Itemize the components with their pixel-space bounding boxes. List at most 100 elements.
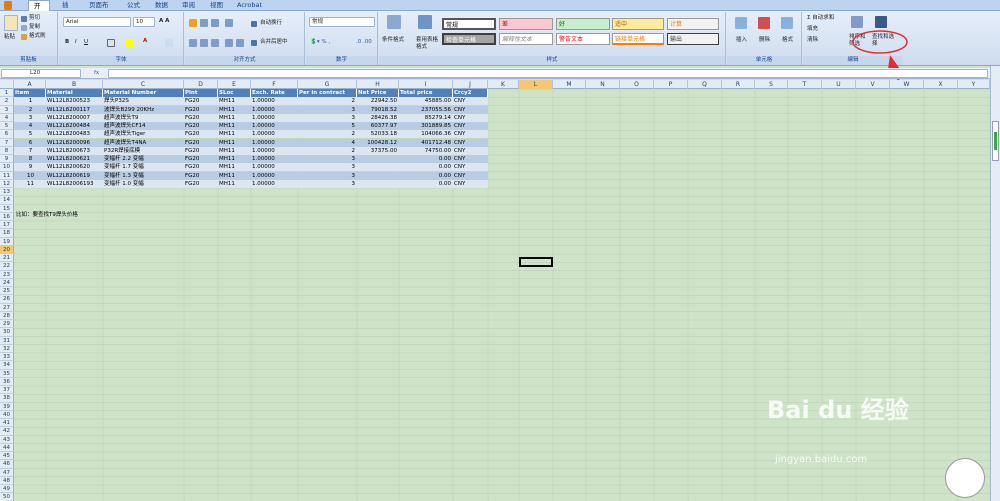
col-header-L[interactable]: L xyxy=(519,80,553,89)
table-cell[interactable]: 2 xyxy=(298,130,357,139)
table-cell[interactable]: 变幅杆 1.3 变幅 xyxy=(103,171,184,180)
table-cell[interactable]: 3 xyxy=(298,155,357,163)
row-header-36[interactable]: 36 xyxy=(0,377,14,386)
row-header-33[interactable]: 33 xyxy=(0,353,14,362)
table-cell[interactable]: 104066.36 xyxy=(399,130,453,139)
col-header-H[interactable]: H xyxy=(357,80,399,89)
table-cell[interactable]: 37375.00 xyxy=(357,146,399,155)
table-format-button[interactable]: 套用表格格式 xyxy=(416,37,438,51)
row-header-28[interactable]: 28 xyxy=(0,311,14,320)
table-cell[interactable]: 45885.00 xyxy=(399,97,453,106)
cut-button[interactable]: 剪切 xyxy=(29,15,40,22)
row-header-46[interactable]: 46 xyxy=(0,460,14,469)
name-box[interactable]: L20 xyxy=(1,69,81,78)
table-cell[interactable]: FG20 xyxy=(184,138,218,147)
table-cell[interactable] xyxy=(357,179,399,188)
table-header-2[interactable]: Material Number xyxy=(103,89,184,97)
table-cell[interactable]: MH11 xyxy=(218,146,251,155)
row-header-1[interactable]: 1 xyxy=(0,89,14,98)
table-cell[interactable]: WL12L8200673 xyxy=(46,146,103,155)
table-cell[interactable]: 1.00000 xyxy=(251,155,298,163)
fill-color-icon[interactable] xyxy=(125,39,133,47)
col-header-V[interactable]: V xyxy=(856,80,890,89)
col-header-C[interactable]: C xyxy=(103,80,184,89)
row-header-8[interactable]: 8 xyxy=(0,146,14,155)
table-cell[interactable]: CNY xyxy=(453,122,488,130)
row-header-42[interactable]: 42 xyxy=(0,427,14,436)
col-header-P[interactable]: P xyxy=(654,80,688,89)
table-cell[interactable]: 波焊头B299 20KHz xyxy=(103,105,184,114)
table-cell[interactable]: MH11 xyxy=(218,130,251,139)
underline-button[interactable]: U xyxy=(84,39,88,46)
table-cell[interactable]: WL12L8200007 xyxy=(46,113,103,122)
row-header-22[interactable]: 22 xyxy=(0,262,14,271)
delete-button[interactable]: 删除 xyxy=(759,37,770,44)
table-cell[interactable]: CNY xyxy=(453,97,488,106)
table-cell[interactable]: 3 xyxy=(14,113,46,122)
table-cell[interactable]: 11 xyxy=(14,179,46,188)
row-header-6[interactable]: 6 xyxy=(0,130,14,139)
col-header-S[interactable]: S xyxy=(755,80,788,89)
format-painter-button[interactable]: 格式刷 xyxy=(29,33,46,40)
table-cell[interactable]: CNY xyxy=(453,146,488,155)
tab-7[interactable]: Acrobat xyxy=(232,0,264,11)
row-header-7[interactable]: 7 xyxy=(0,138,14,147)
table-cell[interactable]: 焊头P32S xyxy=(103,97,184,106)
table-cell[interactable]: MH11 xyxy=(218,113,251,122)
row-header-38[interactable]: 38 xyxy=(0,394,14,403)
table-cell[interactable] xyxy=(357,171,399,180)
table-cell[interactable]: 8 xyxy=(14,155,46,163)
col-header-T[interactable]: T xyxy=(788,80,822,89)
tab-3[interactable]: 公式 xyxy=(122,0,146,11)
row-header-29[interactable]: 29 xyxy=(0,320,14,329)
row-header-41[interactable]: 41 xyxy=(0,419,14,428)
table-cell[interactable]: 237055.56 xyxy=(399,105,453,114)
row-header-12[interactable]: 12 xyxy=(0,179,14,188)
row-header-24[interactable]: 24 xyxy=(0,278,14,287)
table-cell[interactable]: 0.00 xyxy=(399,163,453,172)
row-header-40[interactable]: 40 xyxy=(0,410,14,419)
phonetic-icon[interactable] xyxy=(165,39,173,47)
font-size-select[interactable]: 10 xyxy=(133,17,155,27)
table-header-0[interactable]: Item xyxy=(14,89,46,97)
table-cell[interactable]: CNY xyxy=(453,179,488,188)
table-cell[interactable]: CNY xyxy=(453,138,488,147)
table-cell[interactable]: CNY xyxy=(453,163,488,172)
row-header-5[interactable]: 5 xyxy=(0,122,14,131)
table-cell[interactable]: 1.00000 xyxy=(251,146,298,155)
table-cell[interactable]: 3 xyxy=(298,179,357,188)
table-cell[interactable]: MH11 xyxy=(218,163,251,172)
col-header-G[interactable]: G xyxy=(298,80,357,89)
fill-button[interactable]: 填充 xyxy=(807,26,818,33)
table-cell[interactable]: 301889.85 xyxy=(399,122,453,130)
table-cell[interactable]: 100428.12 xyxy=(357,138,399,147)
orientation-icon[interactable] xyxy=(225,19,233,27)
style-explanatory[interactable]: 解释性文本 xyxy=(499,33,553,45)
row-header-23[interactable]: 23 xyxy=(0,270,14,279)
table-cell[interactable]: 5 xyxy=(298,122,357,130)
table-cell[interactable]: FG20 xyxy=(184,122,218,130)
row-header-37[interactable]: 37 xyxy=(0,386,14,395)
table-cell[interactable]: FG20 xyxy=(184,105,218,114)
table-cell[interactable]: FG20 xyxy=(184,146,218,155)
formula-input[interactable] xyxy=(108,69,988,78)
table-header-9[interactable]: Crcy2 xyxy=(453,89,488,97)
clear-button[interactable]: 清除 xyxy=(807,37,818,44)
row-header-35[interactable]: 35 xyxy=(0,369,14,378)
style-bad[interactable]: 差 xyxy=(499,18,553,30)
table-cell[interactable]: WL12L8200619 xyxy=(46,171,103,180)
decimal-icon[interactable]: .0 .00 xyxy=(356,39,372,46)
row-header-14[interactable]: 14 xyxy=(0,196,14,205)
table-header-8[interactable]: Total price xyxy=(399,89,453,97)
table-cell[interactable]: 3 xyxy=(298,163,357,172)
table-cell[interactable]: FG20 xyxy=(184,113,218,122)
insert-button[interactable]: 插入 xyxy=(736,37,747,44)
row-header-34[interactable]: 34 xyxy=(0,361,14,370)
table-cell[interactable]: WL12L8200523 xyxy=(46,97,103,106)
grow-font-icon[interactable]: A A xyxy=(159,18,169,25)
tab-1[interactable]: 插入 xyxy=(57,0,79,20)
col-header-Y[interactable]: Y xyxy=(958,80,990,89)
table-cell[interactable]: MH11 xyxy=(218,155,251,163)
table-cell[interactable]: 超声波焊头CF14 xyxy=(103,122,184,130)
col-header-Q[interactable]: Q xyxy=(688,80,722,89)
